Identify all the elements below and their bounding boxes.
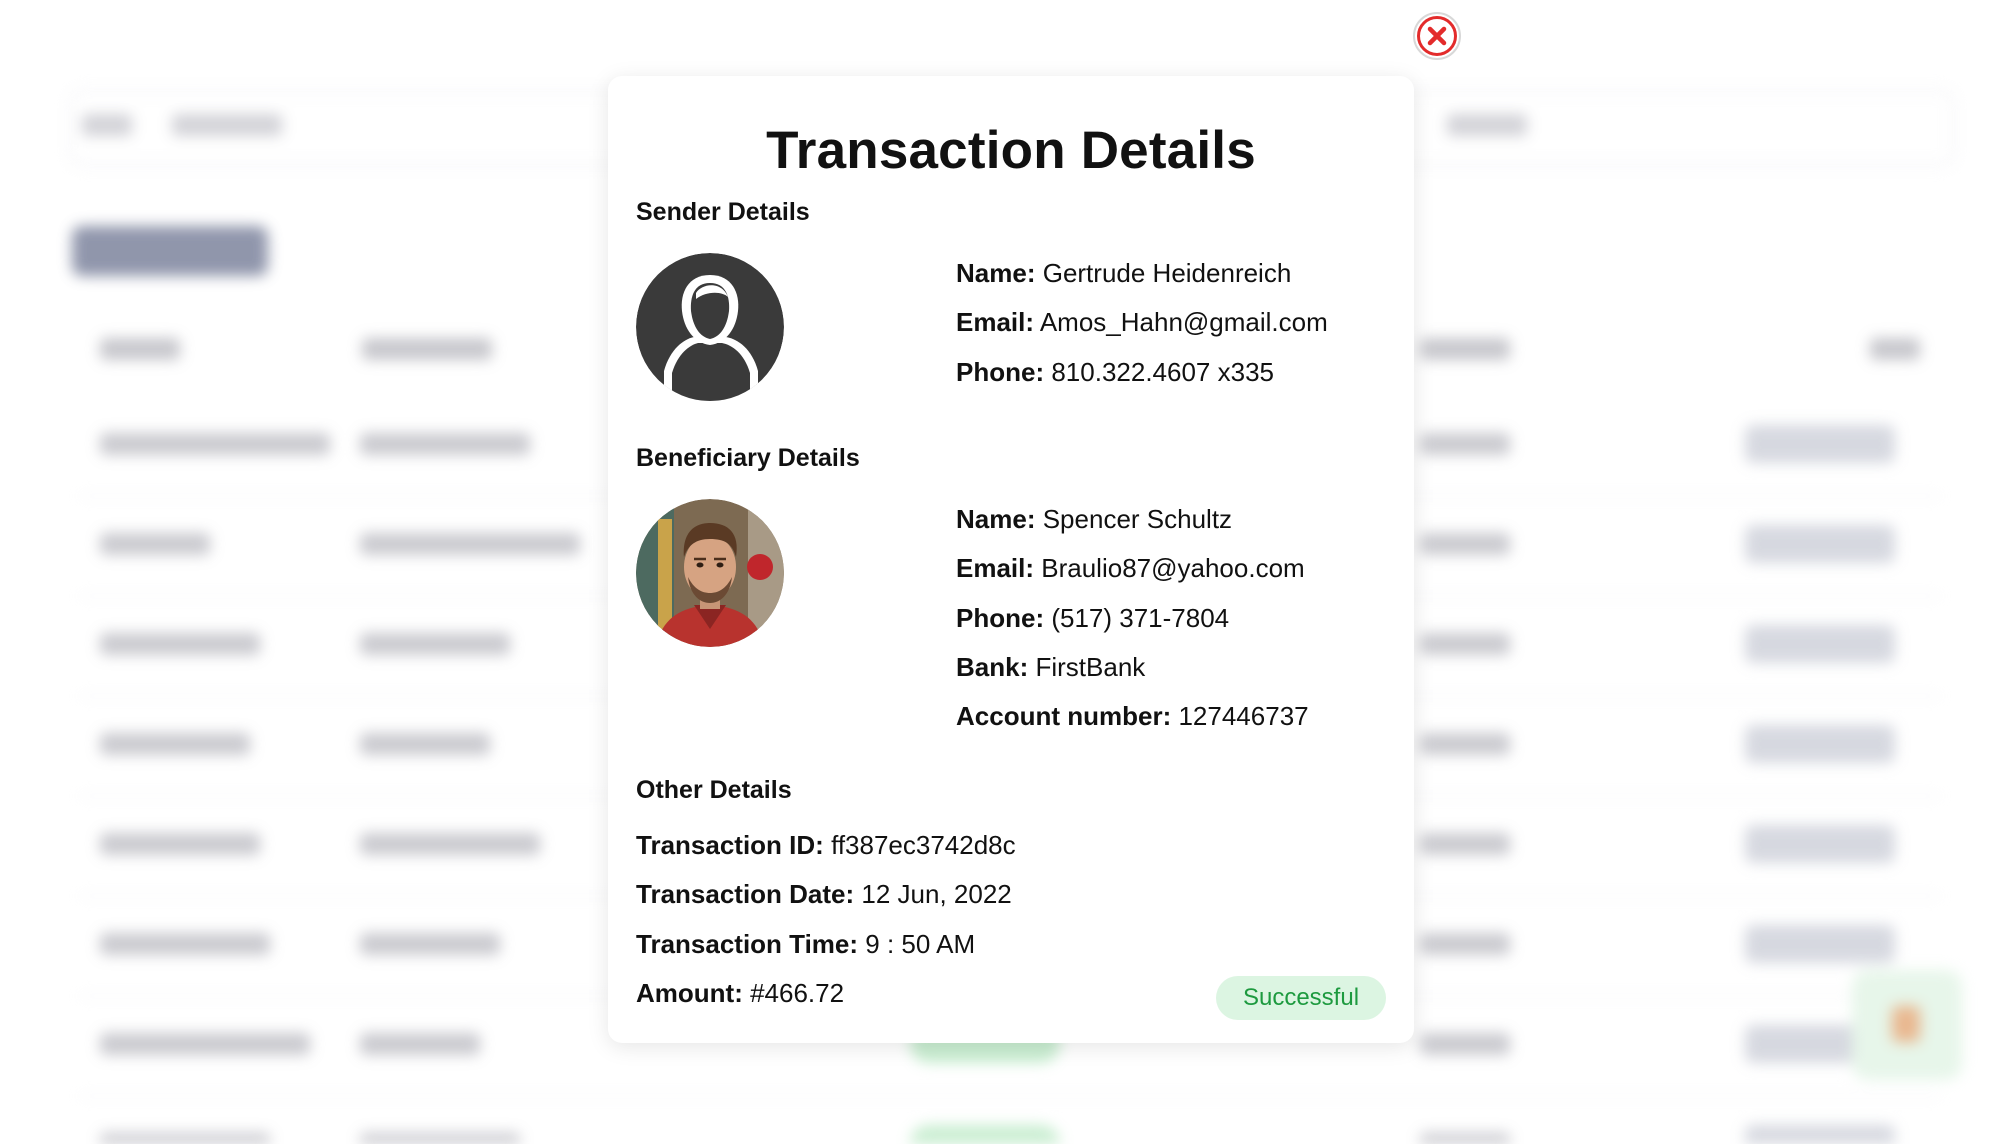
- beneficiary-account-number: Account number: 127446737: [956, 701, 1309, 732]
- sender-email-value: Amos_Hahn@gmail.com: [1039, 307, 1328, 337]
- beneficiary-email-value: Braulio87@yahoo.com: [1041, 553, 1305, 583]
- transaction-amount: Amount: #466.72: [636, 978, 844, 1009]
- transaction-id-label: Transaction ID:: [636, 830, 824, 860]
- sender-name: Name: Gertrude Heidenreich: [956, 258, 1291, 289]
- beneficiary-phone: Phone: (517) 371-7804: [956, 603, 1229, 634]
- sender-email-label: Email:: [956, 307, 1035, 337]
- sender-name-label: Name:: [956, 258, 1036, 288]
- beneficiary-account-label: Account number:: [956, 701, 1172, 731]
- background-table-header: [1870, 338, 1920, 360]
- background-table-header: [362, 338, 492, 360]
- other-details-heading: Other Details: [636, 776, 792, 804]
- modal-title: Transaction Details: [766, 121, 1256, 180]
- beneficiary-phone-label: Phone:: [956, 603, 1045, 633]
- beneficiary-bank: Bank: FirstBank: [956, 652, 1145, 683]
- sender-details-heading: Sender Details: [636, 198, 810, 226]
- background-table-header: [100, 338, 180, 360]
- transaction-amount-value: #466.72: [750, 978, 845, 1008]
- background-nav-item: [1447, 114, 1527, 136]
- background-button: [72, 226, 268, 276]
- background-floating-button: [1852, 970, 1962, 1080]
- beneficiary-name: Name: Spencer Schultz: [956, 504, 1232, 535]
- sender-name-value: Gertrude Heidenreich: [1042, 258, 1292, 288]
- sender-phone-value: 810.322.4607 x335: [1051, 357, 1274, 387]
- status-badge: Successful: [1216, 976, 1386, 1020]
- beneficiary-bank-label: Bank:: [956, 652, 1029, 682]
- beneficiary-photo-icon: [636, 499, 784, 647]
- transaction-amount-label: Amount:: [636, 978, 743, 1008]
- beneficiary-email: Email: Braulio87@yahoo.com: [956, 553, 1305, 584]
- transaction-details-modal: Transaction Details Sender Details Name:…: [608, 76, 1414, 1043]
- sender-avatar: [636, 253, 784, 401]
- beneficiary-email-label: Email:: [956, 553, 1035, 583]
- beneficiary-name-label: Name:: [956, 504, 1036, 534]
- transaction-date: Transaction Date: 12 Jun, 2022: [636, 879, 1012, 910]
- transaction-id-value: ff387ec3742d8c: [831, 830, 1016, 860]
- background-table-row: [80, 1095, 1940, 1144]
- beneficiary-avatar: [636, 499, 784, 647]
- transaction-id: Transaction ID: ff387ec3742d8c: [636, 830, 1016, 861]
- beneficiary-name-value: Spencer Schultz: [1042, 504, 1233, 534]
- default-user-avatar-icon: [636, 253, 784, 401]
- background-table-header: [1420, 338, 1510, 360]
- background-nav-item: [82, 114, 132, 136]
- sender-email: Email: Amos_Hahn@gmail.com: [956, 307, 1328, 338]
- beneficiary-details-heading: Beneficiary Details: [636, 444, 860, 472]
- background-nav-item: [172, 114, 282, 136]
- beneficiary-phone-value: (517) 371-7804: [1051, 603, 1230, 633]
- transaction-time-value: 9 : 50 AM: [865, 929, 976, 959]
- transaction-date-value: 12 Jun, 2022: [861, 879, 1012, 909]
- sender-phone-label: Phone:: [956, 357, 1045, 387]
- transaction-time: Transaction Time: 9 : 50 AM: [636, 929, 975, 960]
- beneficiary-bank-value: FirstBank: [1035, 652, 1146, 682]
- transaction-time-label: Transaction Time:: [636, 929, 859, 959]
- close-button[interactable]: [1413, 12, 1461, 60]
- sender-phone: Phone: 810.322.4607 x335: [956, 357, 1274, 388]
- beneficiary-account-value: 127446737: [1178, 701, 1309, 731]
- transaction-date-label: Transaction Date:: [636, 879, 855, 909]
- close-x-icon: [1427, 26, 1447, 46]
